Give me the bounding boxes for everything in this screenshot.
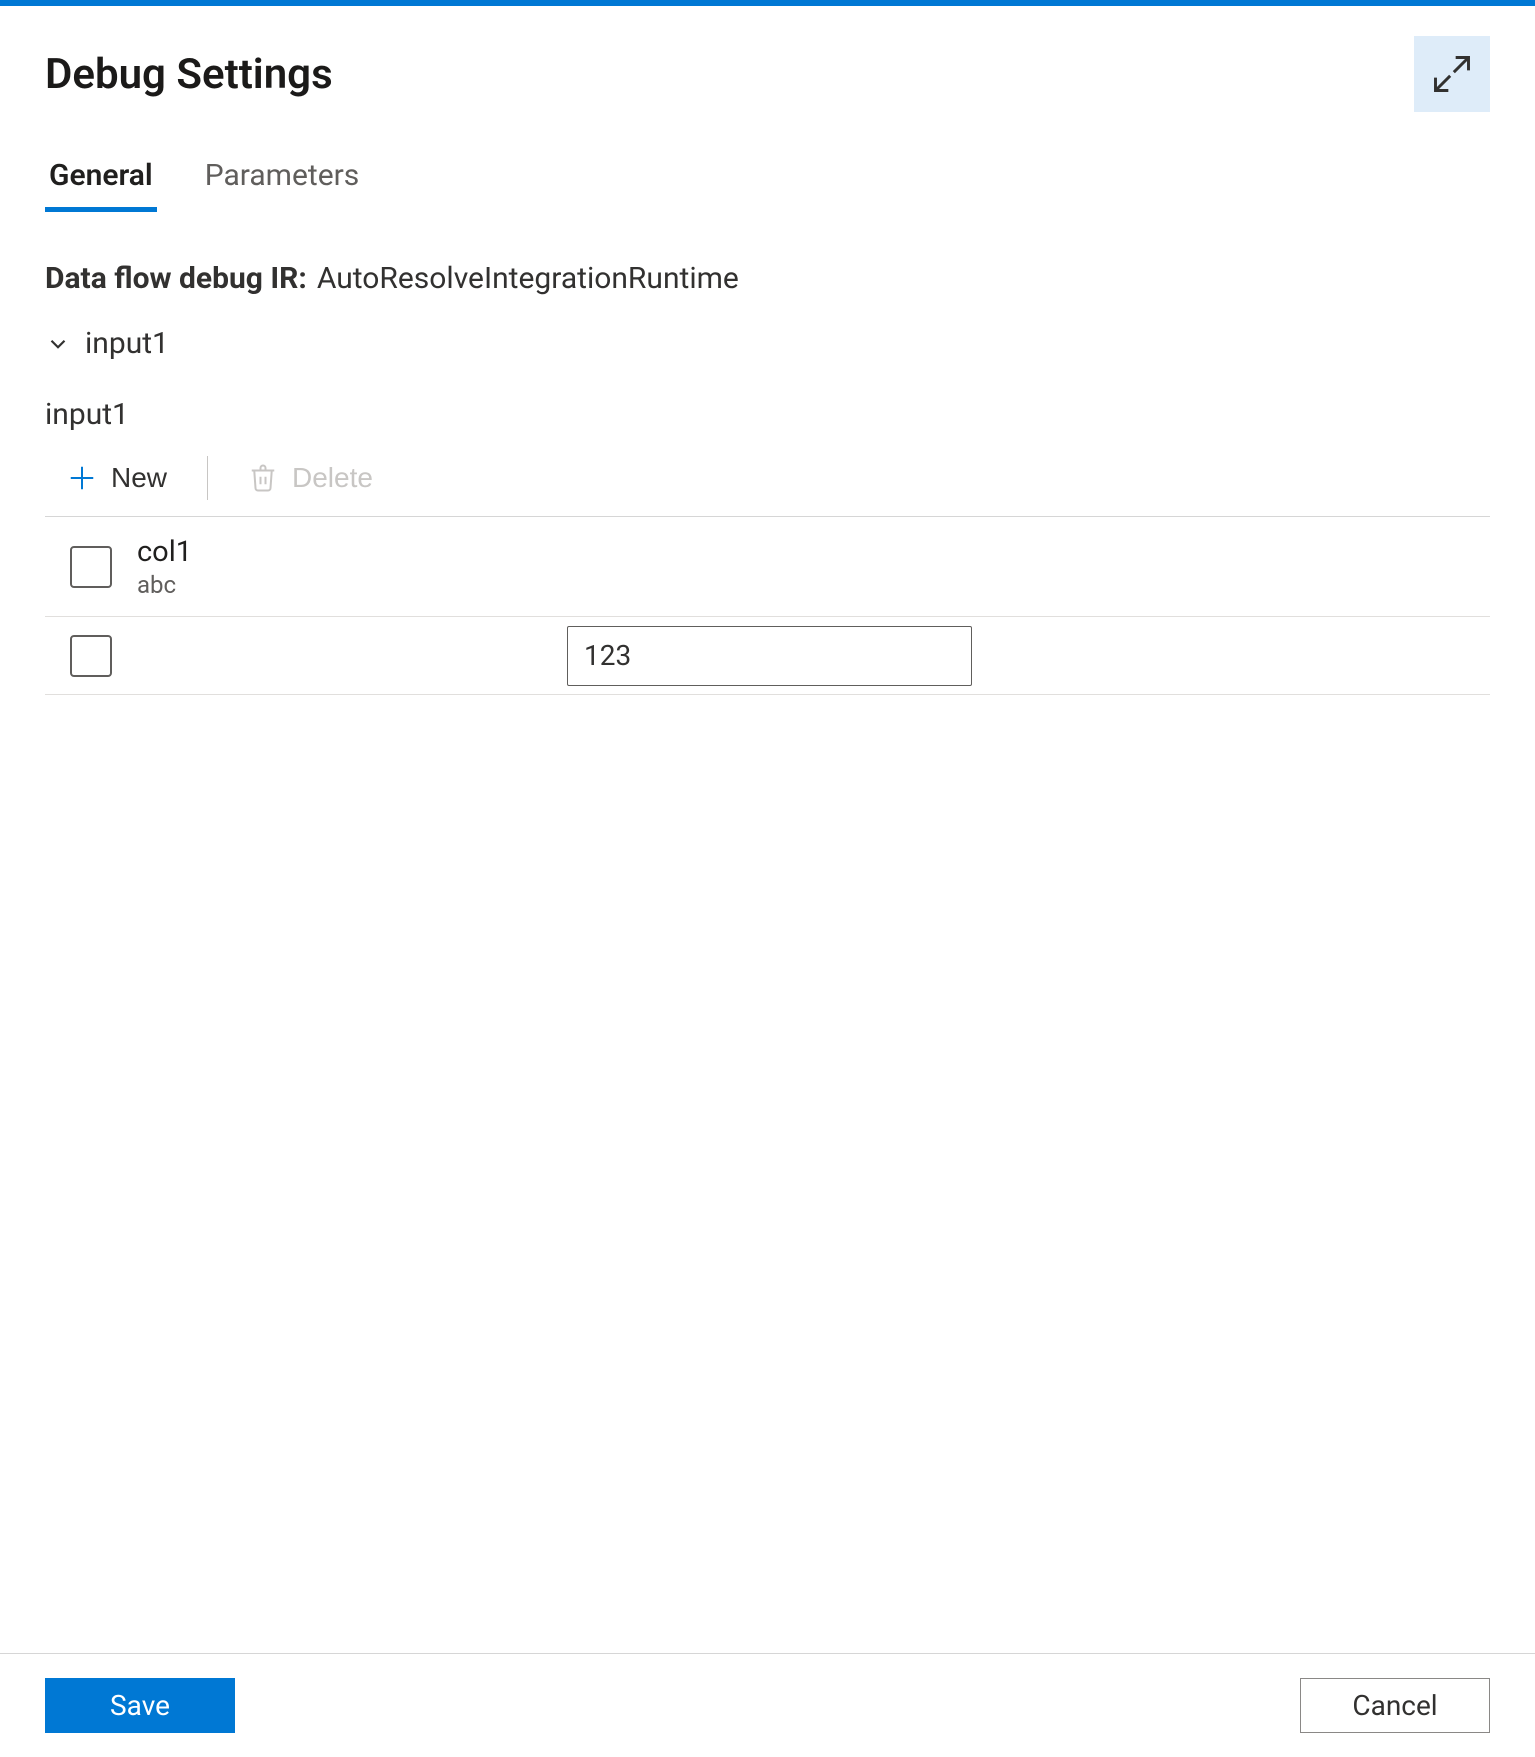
row-value-cell — [567, 626, 1490, 686]
new-button-label: New — [111, 462, 167, 494]
debug-ir-value: AutoResolveIntegrationRuntime — [317, 261, 739, 296]
input-collapser[interactable]: input1 — [45, 326, 1490, 361]
trash-icon — [248, 463, 278, 493]
toolbar-separator — [207, 456, 208, 500]
dialog-header: Debug Settings — [45, 26, 1490, 120]
debug-ir-label: Data flow debug IR: — [45, 261, 307, 296]
input-section-title: input1 — [45, 397, 1490, 432]
cancel-button[interactable]: Cancel — [1300, 1678, 1490, 1733]
column-type: abc — [137, 571, 567, 599]
column-name: col1 — [137, 535, 567, 569]
table-toolbar: New Delete — [45, 446, 1490, 510]
input-collapser-label: input1 — [85, 326, 169, 361]
new-button[interactable]: New — [45, 450, 189, 506]
row-checkbox-cell — [45, 635, 137, 677]
table-row — [45, 617, 1490, 695]
row-checkbox[interactable] — [70, 635, 112, 677]
column-header: col1 abc — [137, 535, 567, 599]
delete-button-label: Delete — [292, 462, 373, 494]
header-checkbox-cell — [45, 546, 137, 588]
save-button[interactable]: Save — [45, 1678, 235, 1733]
chevron-down-icon — [45, 331, 71, 357]
tab-list: General Parameters — [45, 148, 1490, 213]
select-all-checkbox[interactable] — [70, 546, 112, 588]
expand-icon — [1430, 52, 1474, 96]
table-header-row: col1 abc — [45, 517, 1490, 617]
dialog-footer: Save Cancel — [0, 1653, 1535, 1757]
main-content: Debug Settings General Parameters Data f… — [0, 6, 1535, 1653]
parameter-table: col1 abc — [45, 516, 1490, 695]
plus-icon — [67, 463, 97, 493]
expand-button[interactable] — [1414, 36, 1490, 112]
row-value-input[interactable] — [567, 626, 972, 686]
dialog-title: Debug Settings — [45, 50, 333, 99]
tab-parameters[interactable]: Parameters — [201, 148, 364, 212]
delete-button: Delete — [226, 450, 395, 506]
debug-ir-row: Data flow debug IR: AutoResolveIntegrati… — [45, 261, 1490, 296]
tab-general[interactable]: General — [45, 148, 157, 212]
general-panel: Data flow debug IR: AutoResolveIntegrati… — [45, 261, 1490, 695]
